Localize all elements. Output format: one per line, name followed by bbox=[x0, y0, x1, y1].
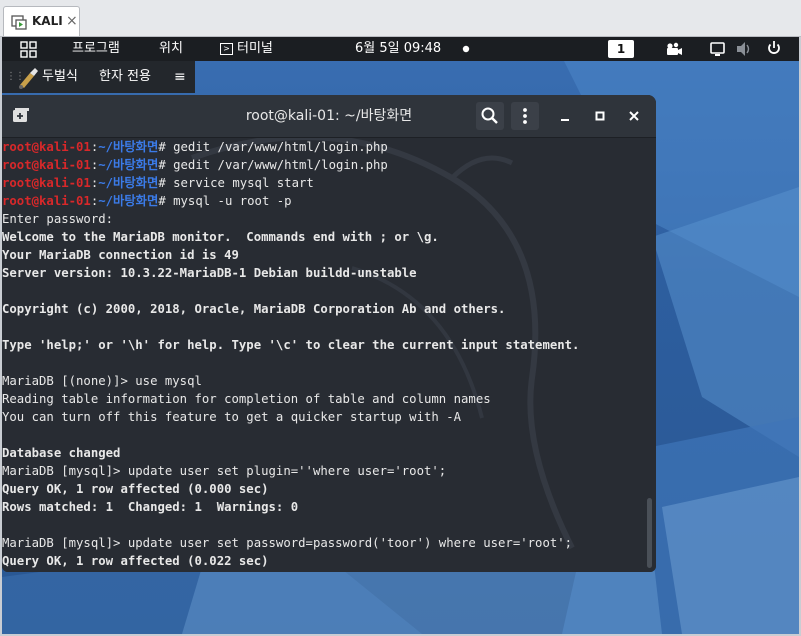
prompt-command: # mysql -u root -p bbox=[158, 194, 292, 208]
apps-grid-icon[interactable] bbox=[18, 37, 40, 61]
prompt-path: ~/바탕화면 bbox=[98, 194, 159, 208]
brush-icon[interactable] bbox=[16, 61, 40, 93]
vm-tab-label: KALI bbox=[32, 14, 63, 28]
menu-icon[interactable]: ≡ bbox=[174, 61, 186, 93]
output-line: Query OK, 1 row affected (0.022 sec) bbox=[2, 554, 269, 568]
prompt-command: # gedit /var/www/html/login.php bbox=[158, 158, 388, 172]
new-tab-button[interactable] bbox=[10, 105, 32, 127]
output-line: Database changed bbox=[2, 446, 121, 460]
output-line: MariaDB [mysql]> update user set passwor… bbox=[2, 536, 573, 550]
prompt-user: root@kali-01 bbox=[2, 176, 91, 190]
output-line: Copyright (c) 2000, 2018, Oracle, MariaD… bbox=[2, 302, 506, 316]
terminal-icon: > bbox=[220, 42, 233, 55]
workspace-indicator[interactable]: 1 bbox=[608, 40, 634, 58]
output-line: Rows matched: 1 Changed: 1 Warnings: 0 bbox=[2, 500, 299, 514]
volume-muted-icon[interactable] bbox=[735, 37, 753, 61]
terminal-output[interactable]: root@kali-01:~/바탕화면# gedit /var/www/html… bbox=[2, 138, 656, 572]
output-line: Enter password: bbox=[2, 212, 114, 226]
prompt-path: ~/바탕화면 bbox=[98, 158, 159, 172]
output-line: MariaDB [(none)]> use mysql bbox=[2, 374, 202, 388]
terminal-lines: root@kali-01:~/바탕화면# gedit /var/www/html… bbox=[2, 138, 642, 570]
maximize-button[interactable] bbox=[589, 105, 611, 127]
prompt-command: # service mysql start bbox=[158, 176, 314, 190]
prompt-command: # gedit /var/www/html/login.php bbox=[158, 140, 388, 154]
close-icon[interactable]: × bbox=[66, 13, 78, 29]
vm-tab-strip: KALI × bbox=[0, 0, 801, 37]
terminal-window: root@kali-01: ~/바탕화면 root@kali-01:~/바탕화면… bbox=[2, 95, 656, 572]
close-button[interactable] bbox=[623, 105, 645, 127]
power-icon[interactable] bbox=[766, 37, 782, 61]
menu-terminal-label: 터미널 bbox=[237, 41, 273, 56]
output-line: MariaDB [mysql]> update user set plugin=… bbox=[2, 464, 447, 478]
prompt-line: root@kali-01:~/바탕화면# mysql -u root -p bbox=[2, 192, 642, 210]
notification-dot-icon bbox=[462, 45, 470, 53]
prompt-path: ~/바탕화면 bbox=[98, 140, 159, 154]
prompt-line: root@kali-01:~/바탕화면# gedit /var/www/html… bbox=[2, 138, 642, 156]
output-line: Your MariaDB connection id is 49 bbox=[2, 248, 239, 262]
vm-tab-kali[interactable]: KALI × bbox=[3, 6, 80, 36]
output-line: Type 'help;' or '\h' for help. Type '\c'… bbox=[2, 338, 580, 352]
guest-desktop: 프로그램 위치 > 터미널 6월 5일 09:48 1 ⋮⋮ 두벌식 한자 전용… bbox=[2, 37, 799, 634]
ime-toolbar: ⋮⋮ 두벌식 한자 전용 ≡ bbox=[2, 61, 195, 93]
ime-layout[interactable]: 두벌식 bbox=[42, 61, 78, 93]
output-line: Welcome to the MariaDB monitor. Commands… bbox=[2, 230, 439, 244]
clock[interactable]: 6월 5일 09:48 bbox=[355, 37, 441, 61]
menu-programs[interactable]: 프로그램 bbox=[72, 37, 120, 61]
terminal-titlebar[interactable]: root@kali-01: ~/바탕화면 bbox=[2, 95, 656, 138]
scrollbar[interactable] bbox=[647, 498, 652, 568]
search-button[interactable] bbox=[476, 102, 504, 130]
menu-terminal[interactable]: > 터미널 bbox=[220, 37, 273, 61]
prompt-path: ~/바탕화면 bbox=[98, 176, 159, 190]
minimize-button[interactable] bbox=[554, 105, 576, 127]
ime-mode[interactable]: 한자 전용 bbox=[99, 61, 151, 93]
prompt-line: root@kali-01:~/바탕화면# service mysql start bbox=[2, 174, 642, 192]
output-line: Reading table information for completion… bbox=[2, 392, 491, 406]
prompt-user: root@kali-01 bbox=[2, 158, 91, 172]
menu-location[interactable]: 위치 bbox=[159, 37, 183, 61]
prompt-user: root@kali-01 bbox=[2, 140, 91, 154]
display-icon[interactable] bbox=[710, 37, 726, 61]
top-panel: 프로그램 위치 > 터미널 6월 5일 09:48 1 bbox=[2, 37, 799, 61]
output-line: You can turn off this feature to get a q… bbox=[2, 410, 462, 424]
prompt-user: root@kali-01 bbox=[2, 194, 91, 208]
camera-icon[interactable] bbox=[665, 37, 683, 61]
output-line: Server version: 10.3.22-MariaDB-1 Debian… bbox=[2, 266, 417, 280]
menu-kebab-button[interactable] bbox=[511, 102, 539, 130]
vm-icon bbox=[11, 15, 27, 30]
output-line: Query OK, 1 row affected (0.000 sec) bbox=[2, 482, 269, 496]
prompt-line: root@kali-01:~/바탕화면# gedit /var/www/html… bbox=[2, 156, 642, 174]
